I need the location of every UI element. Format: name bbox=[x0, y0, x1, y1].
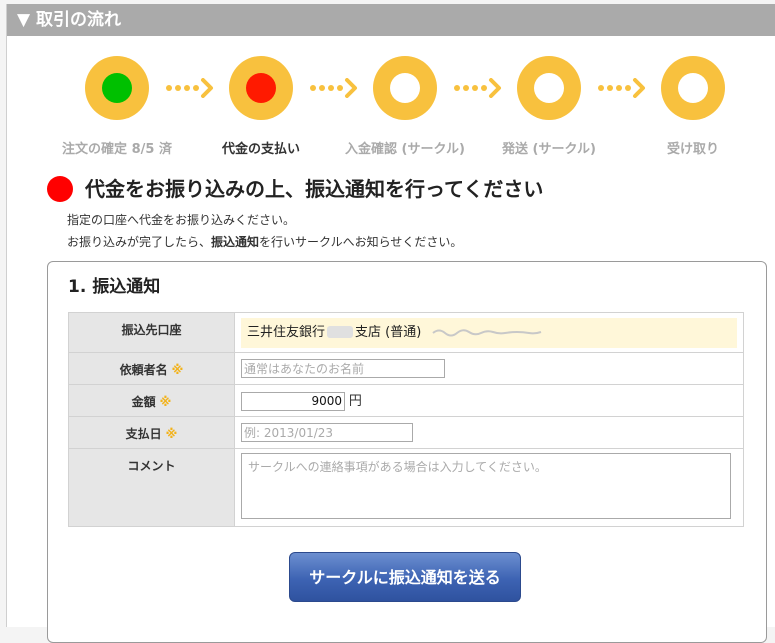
red-dot-icon bbox=[47, 176, 73, 202]
description-text: お振り込みが完了したら、 bbox=[67, 235, 212, 249]
panel-title: 1. 振込通知 bbox=[68, 277, 161, 297]
requester-label: 依頼者名 ※ bbox=[68, 352, 235, 385]
step-2-circle bbox=[229, 56, 293, 120]
requester-name-input[interactable] bbox=[241, 359, 445, 378]
required-mark: ※ bbox=[165, 427, 178, 441]
step-1-label: 注文の確定 8/5 済 bbox=[62, 142, 172, 157]
account-value: 三井住友銀行 支店 (普通) bbox=[241, 317, 737, 348]
step-4-label: 発送 (サークル) bbox=[501, 142, 597, 157]
table-row: 振込先口座 三井住友銀行 支店 (普通) bbox=[68, 312, 744, 353]
pending-dot-icon bbox=[390, 73, 420, 103]
date-label: 支払日 ※ bbox=[68, 416, 235, 449]
description-line-2: お振り込みが完了したら、振込通知を行いサークルへお知らせください。 bbox=[67, 233, 462, 250]
table-row: 支払日 ※ bbox=[68, 416, 744, 449]
row-label: 振込先口座 bbox=[121, 323, 182, 337]
transfer-form-table: 振込先口座 三井住友銀行支店 (普通) 依頼者名※ 金額※ bbox=[68, 312, 744, 527]
step-2-label: 代金の支払い bbox=[221, 142, 300, 157]
branch-type: 支店 (普通) bbox=[355, 324, 422, 340]
transfer-notice-panel: 1. 振込通知 振込先口座 三井住友銀行 支店 (普通) 依頼者名 ※ 通常はあ… bbox=[47, 261, 767, 643]
description-line-1: 指定の口座へ代金をお振り込みください。 bbox=[67, 213, 296, 227]
row-label: コメント bbox=[127, 459, 176, 473]
description-bold-text: 振込通知 bbox=[211, 235, 260, 249]
payment-date-input[interactable] bbox=[241, 423, 413, 442]
comment-textarea[interactable] bbox=[241, 453, 731, 519]
amount-input[interactable] bbox=[241, 391, 345, 411]
step-progress: 注文の確定 8/5 済 代金の支払い 入金確認 (サークル) 発送 (サークル)… bbox=[7, 38, 775, 158]
step-arrow-icon bbox=[166, 78, 213, 98]
step-arrow-icon bbox=[310, 78, 357, 98]
redacted-branch bbox=[327, 326, 354, 338]
comment-label: コメント bbox=[68, 448, 235, 527]
step-arrow-icon bbox=[454, 78, 501, 98]
step-3-circle bbox=[373, 56, 437, 120]
step-4-circle bbox=[517, 56, 581, 120]
table-row: 金額※ 円 bbox=[68, 384, 744, 417]
pending-dot-icon bbox=[678, 73, 708, 103]
step-5-circle bbox=[661, 56, 725, 120]
table-row: 依頼者名 ※ bbox=[68, 352, 744, 385]
row-label: 金額 bbox=[131, 395, 156, 409]
step-5-label: 受け取り bbox=[666, 142, 719, 157]
required-mark: ※ bbox=[171, 363, 184, 377]
account-cell: 三井住友銀行 支店 (普通) bbox=[234, 312, 744, 353]
comment-cell bbox=[234, 448, 744, 527]
bank-name: 三井住友銀行 bbox=[247, 324, 326, 340]
redacted-account-number bbox=[432, 329, 542, 337]
amount-cell: 円 bbox=[234, 384, 744, 417]
step-1-circle bbox=[85, 56, 149, 120]
trade-flow-frame: ▼ 取引の流れ 注文の確定 8/5 済 代金の支払い 入金確認 (サークル) 発… bbox=[6, 4, 775, 643]
section-title: 取引の流れ bbox=[36, 10, 121, 30]
pending-dot-icon bbox=[534, 73, 564, 103]
current-dot-icon bbox=[246, 73, 276, 103]
step-3-label: 入金確認 (サークル) bbox=[344, 142, 466, 157]
table-row: コメント bbox=[68, 448, 744, 527]
row-label: 支払日 bbox=[125, 427, 162, 441]
description-text: を行いサークルへお知らせください。 bbox=[259, 235, 463, 249]
section-header[interactable]: ▼ 取引の流れ bbox=[7, 4, 775, 36]
collapse-arrow-icon[interactable]: ▼ bbox=[17, 10, 30, 30]
amount-unit: 円 bbox=[348, 394, 362, 410]
amount-label: 金額 ※ bbox=[68, 384, 235, 417]
requester-cell bbox=[234, 352, 744, 385]
step-arrow-icon bbox=[598, 78, 645, 98]
row-label: 依頼者名 bbox=[119, 363, 168, 377]
done-dot-icon bbox=[102, 73, 132, 103]
account-label: 振込先口座 bbox=[68, 312, 235, 353]
page-title: 代金をお振り込みの上、振込通知を行ってください bbox=[85, 177, 544, 201]
required-mark: ※ bbox=[159, 395, 172, 409]
send-transfer-notice-button[interactable]: サークルに振込通知を送る bbox=[289, 552, 521, 602]
date-cell bbox=[234, 416, 744, 449]
